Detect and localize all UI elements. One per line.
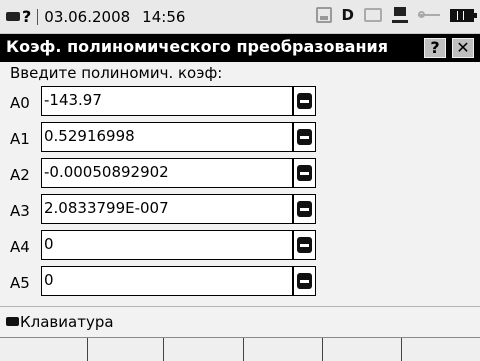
- coef-input-a4[interactable]: 0: [41, 230, 293, 260]
- softkey-divider: [322, 338, 323, 361]
- coef-input-a3[interactable]: 2.0833799E-007: [41, 194, 293, 224]
- drive-letter: D: [341, 6, 354, 24]
- coef-row-a1: A1 0.52916998: [0, 122, 480, 154]
- softkey-bar: [0, 337, 480, 361]
- close-button[interactable]: ✕: [452, 38, 474, 58]
- keyboard-icon: [297, 165, 312, 181]
- keyboard-button-a1[interactable]: [293, 122, 316, 152]
- keyboard-help-button[interactable]: ?: [6, 7, 31, 26]
- keyboard-icon: [297, 237, 312, 253]
- status-bar: ? 03.06.2008 14:56 D: [0, 0, 480, 34]
- coef-input-a2[interactable]: -0.00050892902: [41, 158, 293, 188]
- status-icons: D: [315, 6, 477, 24]
- keyboard-icon: [297, 129, 312, 145]
- softkey-divider: [401, 338, 402, 361]
- keyboard-button-a4[interactable]: [293, 230, 316, 260]
- coef-label: A2: [10, 166, 30, 184]
- coef-input-a1[interactable]: 0.52916998: [41, 122, 293, 152]
- coef-row-a5: A5 0: [0, 266, 480, 298]
- coef-input-a5[interactable]: 0: [41, 266, 293, 296]
- keyboard-button-a0[interactable]: [293, 86, 316, 116]
- keyboard-icon: [6, 317, 19, 326]
- usb-icon: [418, 9, 440, 21]
- coef-row-a3: A3 2.0833799E-007: [0, 194, 480, 226]
- network-icon: [392, 7, 408, 23]
- coef-row-a0: A0 -143.97: [0, 86, 480, 118]
- keyboard-icon: [297, 93, 312, 109]
- keyboard-button-a5[interactable]: [293, 266, 316, 296]
- battery-icon: [450, 8, 477, 22]
- coef-row-a2: A2 -0.00050892902: [0, 158, 480, 190]
- softkey-divider: [87, 338, 88, 361]
- help-button[interactable]: ?: [424, 38, 446, 58]
- keyboard-icon: [297, 273, 312, 289]
- help-symbol: ?: [22, 7, 32, 26]
- coef-row-a4: A4 0: [0, 230, 480, 262]
- status-date: 03.06.2008: [44, 7, 131, 26]
- keyboard-label: Клавиатура: [20, 313, 114, 331]
- coef-label: A0: [10, 94, 30, 112]
- keyboard-button-a2[interactable]: [293, 158, 316, 188]
- softkey-divider: [163, 338, 164, 361]
- coef-label: A4: [10, 238, 30, 256]
- keyboard-button-a3[interactable]: [293, 194, 316, 224]
- coef-label: A5: [10, 274, 30, 292]
- dialog-title: Коэф. полиномического преобразования: [6, 37, 389, 56]
- printer-icon: [364, 8, 382, 22]
- prompt-label: Введите полиномич. коэф:: [10, 64, 223, 82]
- keyboard-icon: [297, 201, 312, 217]
- keyboard-icon: [6, 12, 20, 21]
- keyboard-toggle[interactable]: Клавиатура: [0, 307, 480, 337]
- status-divider: [37, 8, 39, 25]
- softkey-divider: [243, 338, 244, 361]
- coef-label: A3: [10, 202, 30, 220]
- status-time: 14:56: [142, 7, 186, 26]
- disk-icon: [315, 7, 332, 23]
- coef-label: A1: [10, 130, 30, 148]
- title-bar: Коэф. полиномического преобразования ? ✕: [0, 34, 480, 62]
- coef-input-a0[interactable]: -143.97: [41, 86, 293, 116]
